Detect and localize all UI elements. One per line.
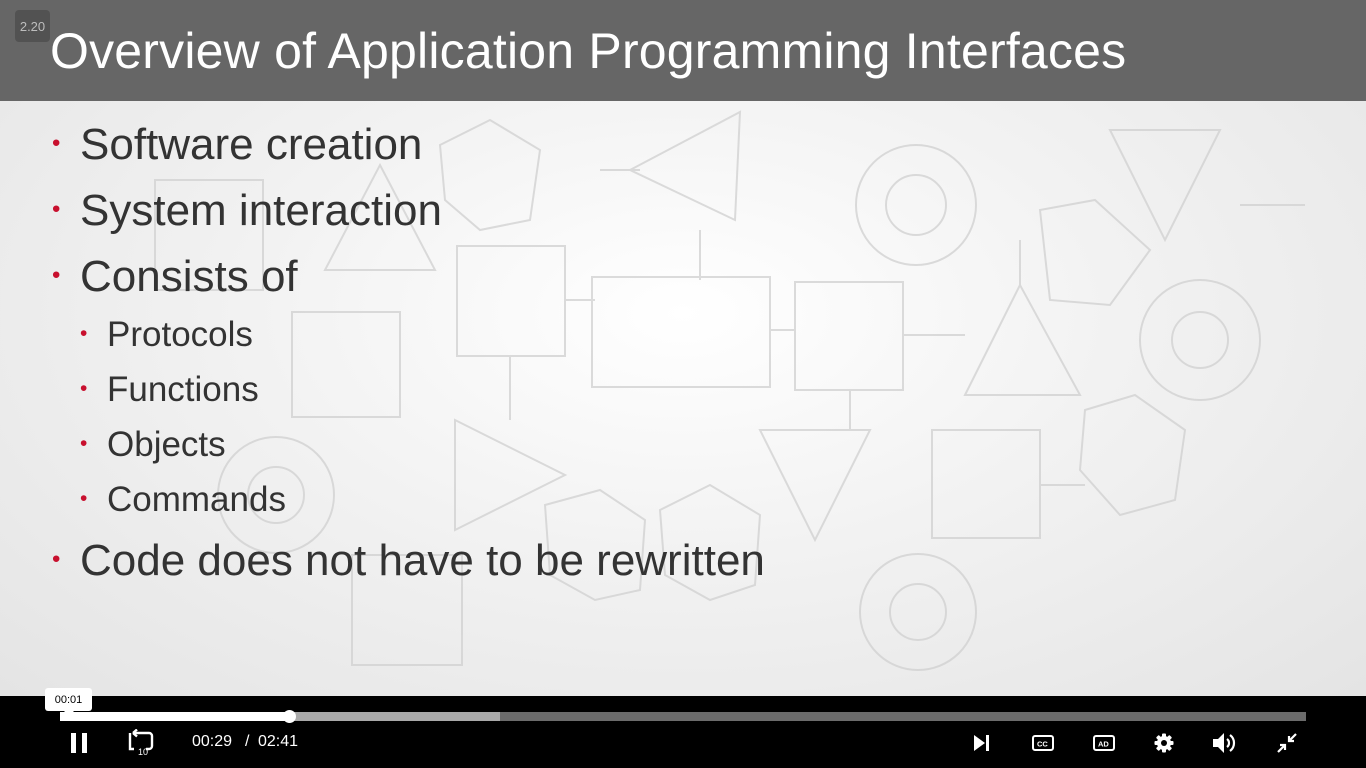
bullet-dot: • [80,431,88,455]
bullet-dot: • [80,376,88,400]
slide-title-bar: Overview of Application Programming Inte… [0,0,1366,101]
version-badge: 2.20 [15,10,50,42]
bullet-dot: • [52,261,61,289]
rewind-10-button[interactable]: 10 [121,726,161,760]
current-time: 00:29 [192,733,233,750]
bullet-item: • System interaction [52,186,442,236]
bullet-text: Protocols [107,315,253,354]
exit-fullscreen-icon [1277,733,1297,753]
bullet-dot: • [80,486,88,510]
bullet-text: System interaction [80,186,442,235]
ad-icon: AD [1093,735,1115,751]
pause-icon [71,733,87,753]
bullet-dot: • [52,129,61,157]
replay-10-icon: 10 [128,729,154,757]
captions-button[interactable]: CC [1023,726,1063,760]
duration: 02:41 [258,733,299,750]
bullet-text: Consists of [80,252,298,301]
bullet-text: Software creation [80,120,423,169]
volume-icon [1213,733,1236,753]
exit-fullscreen-button[interactable] [1267,726,1307,760]
bullet-text: Objects [107,425,226,464]
svg-text:AD: AD [1098,740,1109,749]
next-button[interactable] [961,726,1001,760]
seek-hover-tooltip: 00:01 [45,688,92,716]
gear-icon [1154,733,1174,753]
cc-icon: CC [1032,735,1054,751]
bullet-item: • Software creation [52,120,423,170]
skip-next-icon [974,735,989,751]
bullet-dot: • [52,195,61,223]
progress-played [60,712,290,721]
bullet-dot: • [80,321,88,345]
progress-bar[interactable] [60,710,1306,723]
slide-area: Overview of Application Programming Inte… [0,0,1366,696]
bullet-item: • Consists of [52,252,298,302]
audio-description-button[interactable]: AD [1084,726,1124,760]
bullet-text: Commands [107,480,286,519]
progress-scrubber-handle[interactable] [283,710,297,723]
slide-title: Overview of Application Programming Inte… [50,23,1127,79]
sub-bullet-item: • Protocols [80,315,253,355]
svg-text:CC: CC [1037,740,1048,749]
bullet-text: Code does not have to be rewritten [80,536,765,585]
bullet-item: • Code does not have to be rewritten [52,536,765,586]
bullet-dot: • [52,545,61,573]
sub-bullet-item: • Functions [80,370,259,410]
svg-text:10: 10 [138,747,148,757]
sub-bullet-item: • Commands [80,480,286,520]
bullet-text: Functions [107,370,259,409]
volume-button[interactable] [1205,726,1245,760]
settings-button[interactable] [1144,726,1184,760]
sub-bullet-item: • Objects [80,425,226,465]
player-control-bar: 00:01 10 00:29 / 02:41 CC AD [0,688,1366,768]
pause-button[interactable] [59,726,99,760]
time-separator: / [245,733,250,750]
